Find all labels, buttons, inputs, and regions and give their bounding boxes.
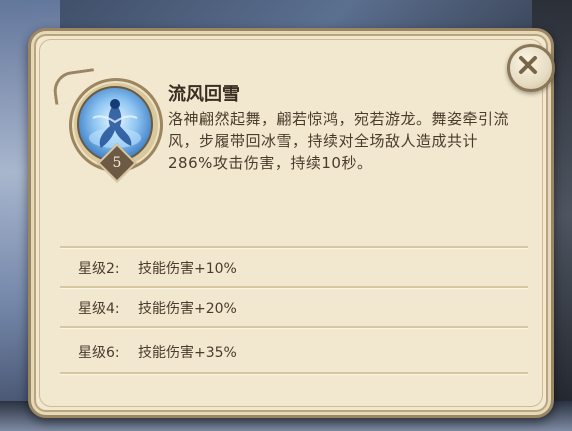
star-bonus-row: 星级6: 技能伤害+35%	[78, 342, 237, 362]
star-bonus-effect: 技能伤害+10%	[138, 261, 237, 277]
star-bonus-row: 星级2: 技能伤害+10%	[78, 258, 237, 278]
divider	[60, 246, 528, 249]
divider	[60, 372, 528, 375]
star-level-label: 星级2:	[78, 261, 120, 277]
star-bonus-effect: 技能伤害+35%	[138, 345, 237, 361]
skill-title: 流风回雪	[168, 84, 240, 105]
star-bonus-effect: 技能伤害+20%	[138, 301, 237, 317]
skill-description: 洛神翩然起舞，翩若惊鸿，宛若游龙。舞姿牵引流风，步履带回冰雪，持续对全场敌人造成…	[168, 110, 510, 172]
star-level-label: 星级6:	[78, 345, 120, 361]
close-button[interactable]	[507, 44, 555, 92]
divider	[60, 326, 528, 329]
skill-level-text: 5	[112, 155, 122, 171]
close-icon	[519, 56, 537, 74]
star-bonus-row: 星级4: 技能伤害+20%	[78, 298, 237, 318]
divider	[60, 286, 528, 289]
star-level-label: 星级4:	[78, 301, 120, 317]
